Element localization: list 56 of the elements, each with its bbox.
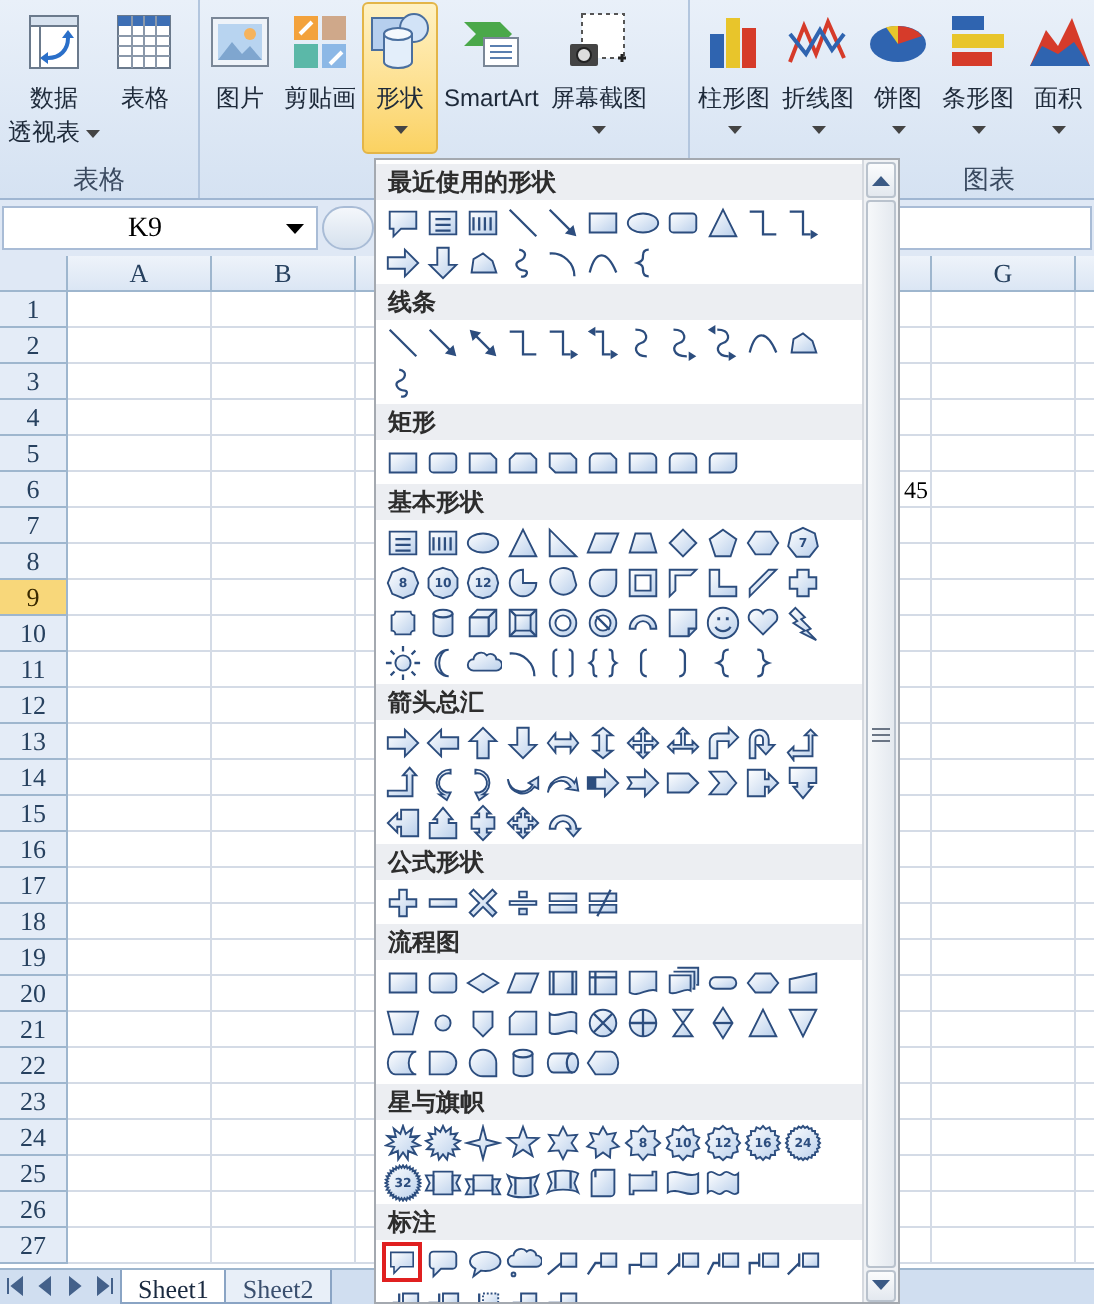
row-header[interactable]: 23 <box>0 1084 68 1120</box>
row-header[interactable]: 22 <box>0 1048 68 1084</box>
row-header[interactable]: 12 <box>0 688 68 724</box>
clip-art-button[interactable]: 剪贴画 <box>278 2 362 154</box>
row-header[interactable]: 5 <box>0 436 68 472</box>
section-heading: 线条 <box>388 286 436 320</box>
row-header[interactable]: 9 <box>0 580 68 616</box>
bar-chart-button[interactable]: 条形图 <box>936 2 1020 154</box>
row-header[interactable]: 7 <box>0 508 68 544</box>
row-header[interactable]: 10 <box>0 616 68 652</box>
line-chart-button[interactable]: 折线图 <box>776 2 860 154</box>
name-box[interactable]: K9 <box>2 206 318 250</box>
screenshot-button[interactable]: 屏幕截图 <box>544 2 653 154</box>
row-header[interactable]: 2 <box>0 328 68 364</box>
section-heading: 流程图 <box>388 926 460 960</box>
pivot-table-button[interactable]: 数据 透视表 <box>2 2 107 154</box>
group-label: 表格 <box>73 161 125 198</box>
column-header[interactable]: G <box>932 256 1076 292</box>
area-chart-button[interactable]: 面积 <box>1020 2 1094 154</box>
row-header[interactable]: 3 <box>0 364 68 400</box>
pie-chart-button[interactable]: 饼图 <box>860 2 936 154</box>
row-header[interactable]: 11 <box>0 652 68 688</box>
row-header[interactable]: 16 <box>0 832 68 868</box>
table-button[interactable]: 表格 <box>106 2 183 154</box>
sheet-tab[interactable]: Sheet1 <box>120 1270 227 1304</box>
row-header[interactable]: 4 <box>0 400 68 436</box>
column-header[interactable]: B <box>212 256 356 292</box>
row-header[interactable]: 15 <box>0 796 68 832</box>
column-chart-button[interactable]: 柱形图 <box>692 2 776 154</box>
section-heading: 星与旗帜 <box>388 1086 484 1120</box>
row-header[interactable]: 20 <box>0 976 68 1012</box>
row-header[interactable]: 18 <box>0 904 68 940</box>
section-heading: 基本形状 <box>388 486 484 520</box>
row-header[interactable]: 1 <box>0 292 68 328</box>
row-header[interactable]: 25 <box>0 1156 68 1192</box>
row-header[interactable]: 19 <box>0 940 68 976</box>
row-header[interactable]: 8 <box>0 544 68 580</box>
section-heading: 公式形状 <box>388 846 484 880</box>
section-heading: 矩形 <box>388 406 436 440</box>
sheet-tab[interactable]: Sheet2 <box>224 1270 332 1304</box>
section-heading: 最近使用的形状 <box>388 166 556 200</box>
row-header[interactable]: 13 <box>0 724 68 760</box>
picture-button[interactable]: 图片 <box>202 2 278 154</box>
group-label: 图表 <box>963 161 1015 198</box>
section-heading: 标注 <box>388 1206 436 1240</box>
row-header[interactable]: 21 <box>0 1012 68 1048</box>
column-header[interactable]: A <box>68 256 212 292</box>
row-header[interactable]: 27 <box>0 1228 68 1264</box>
row-header[interactable]: 24 <box>0 1120 68 1156</box>
section-heading: 箭头总汇 <box>388 686 484 720</box>
shapes-button[interactable]: 形状 <box>362 2 438 154</box>
smartart-button[interactable]: SmartArt <box>438 2 545 154</box>
row-header[interactable]: 6 <box>0 472 68 508</box>
row-header[interactable]: 14 <box>0 760 68 796</box>
row-header[interactable]: 17 <box>0 868 68 904</box>
row-header[interactable]: 26 <box>0 1192 68 1228</box>
